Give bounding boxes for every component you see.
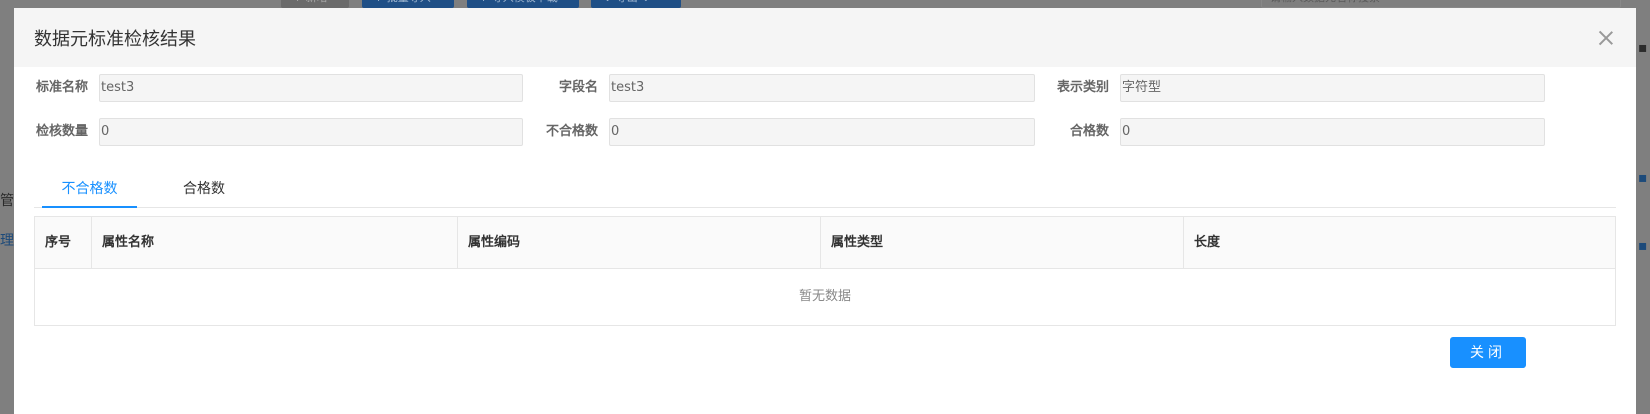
pass-count-label: 合格数 bbox=[1069, 124, 1109, 139]
check-count-field[interactable]: 0 bbox=[99, 118, 523, 146]
result-tabs: 不合格数 合格数 bbox=[34, 170, 1616, 208]
close-button[interactable]: 关闭 bbox=[1450, 337, 1526, 368]
standard-name-field[interactable]: test3 bbox=[99, 74, 523, 102]
represent-type-label: 表示类别 bbox=[1056, 80, 1109, 95]
column-header-attr-name[interactable]: 属性名称 bbox=[92, 217, 458, 268]
result-table: 序号 属性名称 属性编码 属性类型 长度 暂无数据 bbox=[34, 216, 1616, 326]
fail-count-field[interactable]: 0 bbox=[609, 118, 1035, 146]
column-header-attr-code[interactable]: 属性编码 bbox=[458, 217, 821, 268]
tab-fail[interactable]: 不合格数 bbox=[42, 170, 137, 208]
bg-side-text: 理 bbox=[0, 233, 14, 249]
bg-search-input: 请输入数据元名称搜索 bbox=[1261, 0, 1621, 8]
modal-header: 数据元标准检核结果 bbox=[14, 8, 1636, 67]
standard-name-label: 标准名称 bbox=[35, 80, 88, 95]
bg-side-text: 管 bbox=[0, 193, 14, 209]
close-icon[interactable] bbox=[1596, 28, 1616, 48]
field-name-field[interactable]: test3 bbox=[609, 74, 1035, 102]
bg-add-button: + 新增 bbox=[281, 0, 349, 8]
column-header-attr-type[interactable]: 属性类型 bbox=[821, 217, 1184, 268]
column-header-index[interactable]: 序号 bbox=[35, 217, 92, 268]
form-row-1: 标准名称 test3 字段名 test3 表示类别 字符型 bbox=[14, 74, 1636, 102]
bg-right-edge: ▪ bbox=[1638, 170, 1648, 186]
represent-type-field[interactable]: 字符型 bbox=[1120, 74, 1545, 102]
table-header: 序号 属性名称 属性编码 属性类型 长度 bbox=[35, 217, 1615, 269]
table-empty-text: 暂无数据 bbox=[798, 289, 851, 304]
check-result-modal: 数据元标准检核结果 标准名称 test3 字段名 test3 表示类别 字符型 … bbox=[14, 8, 1636, 414]
modal-title: 数据元标准检核结果 bbox=[34, 28, 196, 50]
pass-count-field[interactable]: 0 bbox=[1120, 118, 1545, 146]
form-row-2: 检核数量 0 不合格数 0 合格数 0 bbox=[14, 118, 1636, 146]
bg-template-download-button: ↑ 导入模板下载 bbox=[467, 0, 579, 8]
field-name-label: 字段名 bbox=[558, 80, 598, 95]
column-header-length[interactable]: 长度 bbox=[1184, 217, 1615, 268]
bg-right-edge: ▪ bbox=[1638, 238, 1648, 254]
bg-right-edge: ▪ bbox=[1638, 40, 1648, 56]
bg-batch-import-button: ↑ 批量导入 bbox=[362, 0, 454, 8]
fail-count-label: 不合格数 bbox=[545, 124, 598, 139]
tab-pass[interactable]: 合格数 bbox=[154, 170, 254, 208]
bg-export-button: ↓ 导出 ⌄ bbox=[591, 0, 681, 8]
background-toolbar: + 新增 ↑ 批量导入 ↑ 导入模板下载 ↓ 导出 ⌄ 请输入数据元名称搜索 bbox=[0, 0, 1650, 8]
check-count-label: 检核数量 bbox=[35, 124, 88, 139]
